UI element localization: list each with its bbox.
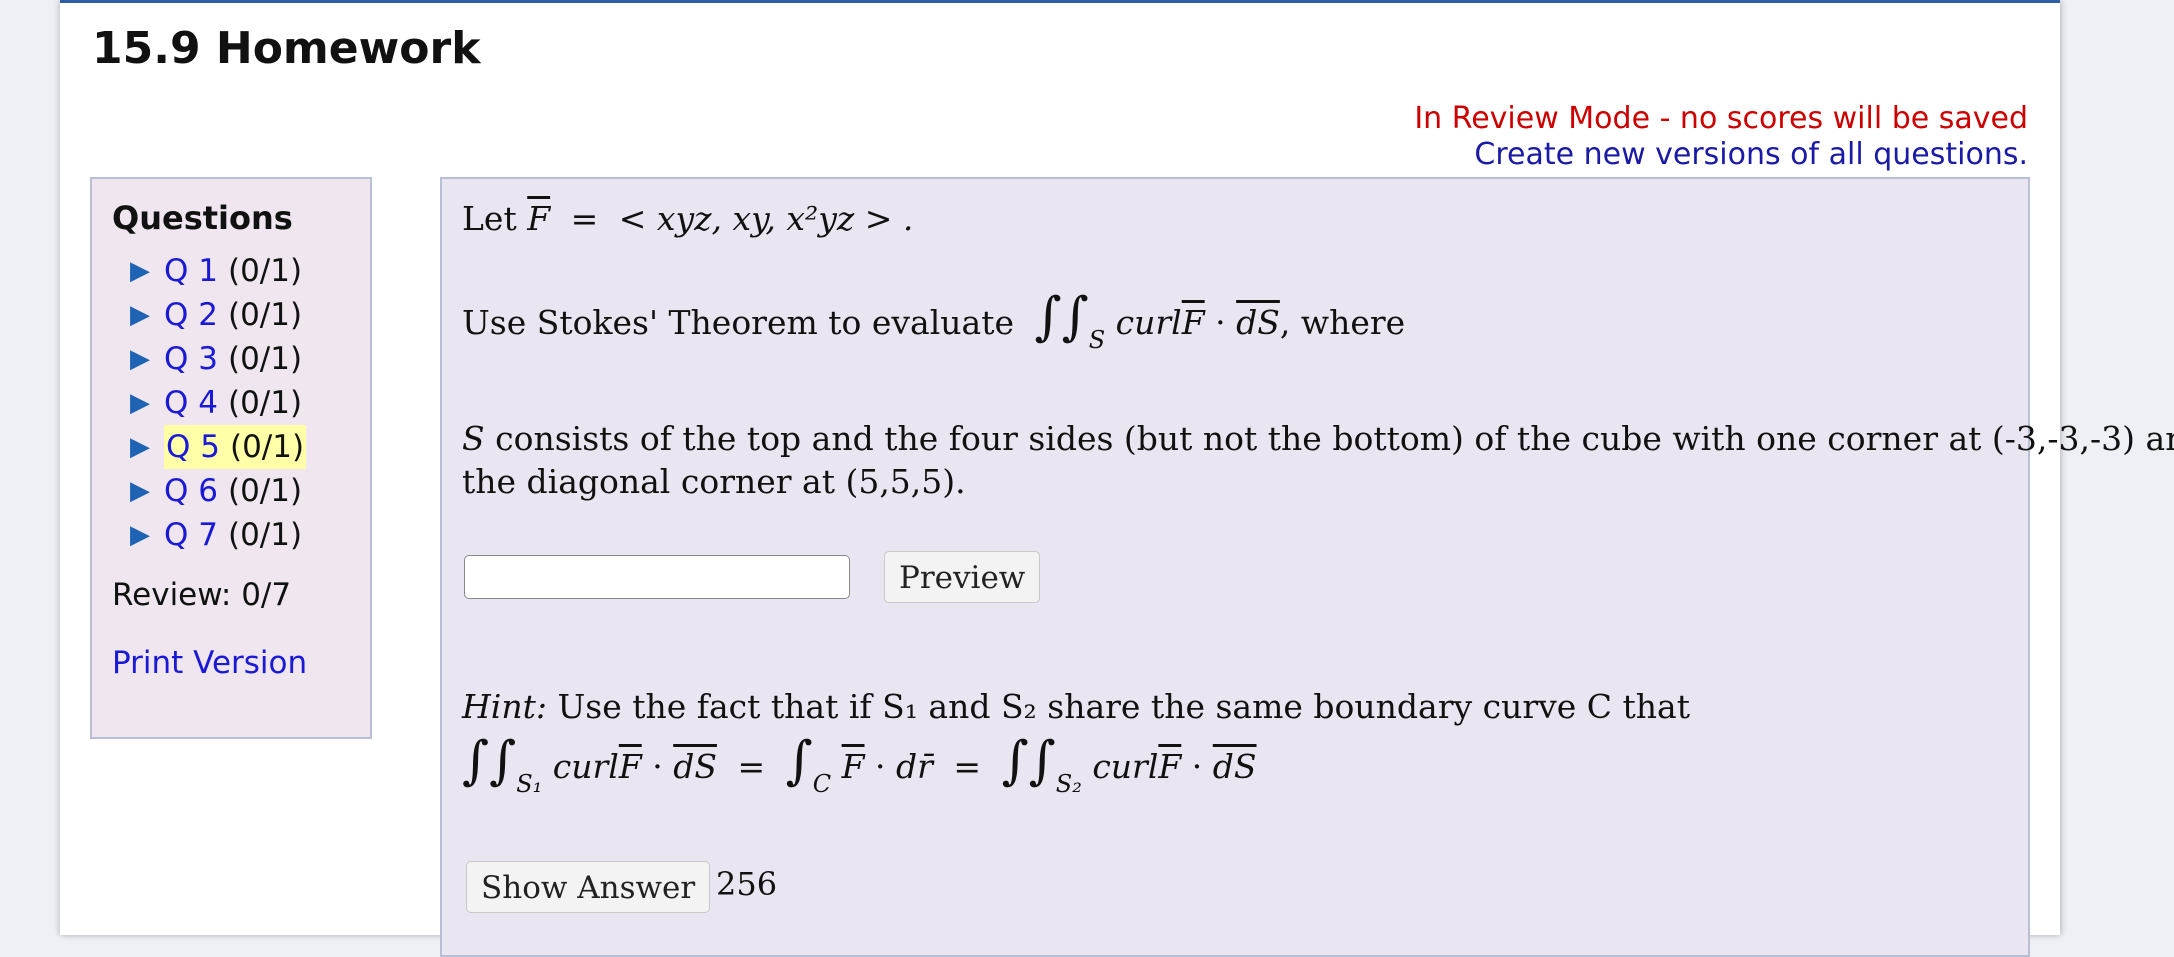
shown-answer: 256 xyxy=(716,865,778,903)
hint-text: Use the fact that if S₁ and S₂ share the… xyxy=(557,687,1690,726)
review-score: Review: 0/7 xyxy=(112,577,292,613)
curl-text: curl xyxy=(1092,747,1159,786)
question-item-3[interactable]: ▶ Q 3 (0/1) xyxy=(130,337,306,381)
curl-text: curl xyxy=(1115,303,1182,342)
question-item-4[interactable]: ▶ Q 4 (0/1) xyxy=(130,381,306,425)
sidebar-heading: Questions xyxy=(112,199,293,237)
dr-vector: dr̄ xyxy=(896,747,933,786)
where-text: , where xyxy=(1279,303,1406,342)
question-link[interactable]: Q 6 xyxy=(164,473,218,509)
review-mode-notice: In Review Mode - no scores will be saved xyxy=(1414,101,2028,136)
double-integral-symbol: ∫∫ xyxy=(1001,731,1056,791)
surface-description-2: the diagonal corner at (5,5,5). xyxy=(462,462,966,501)
question-link[interactable]: Q 4 xyxy=(164,385,218,421)
question-score: (0/1) xyxy=(229,429,305,465)
question-item-6[interactable]: ▶ Q 6 (0/1) xyxy=(130,469,306,513)
double-integral-symbol: ∫∫ xyxy=(1034,287,1089,347)
hint-line: Hint: Use the fact that if S₁ and S₂ sha… xyxy=(462,687,1690,726)
create-new-versions-link[interactable]: Create new versions of all questions. xyxy=(1474,137,2028,172)
dot-operator: · xyxy=(1191,747,1203,786)
question-panel: Let F = < xyz, xy, x²yz > . Use Stokes' … xyxy=(440,177,2174,957)
question-score: (0/1) xyxy=(227,385,303,421)
ds-vector: dS xyxy=(1212,747,1257,786)
surface-description: S consists of the top and the four sides… xyxy=(462,419,2174,458)
ds-vector: dS xyxy=(1236,303,1280,342)
vector-f: F xyxy=(841,747,865,786)
question-score: (0/1) xyxy=(227,473,303,509)
triangle-right-icon: ▶ xyxy=(130,432,150,462)
question-item-1[interactable]: ▶ Q 1 (0/1) xyxy=(130,249,306,293)
triangle-right-icon: ▶ xyxy=(130,300,150,330)
dot-operator: · xyxy=(652,747,663,786)
integral-subscript: S₂ xyxy=(1055,770,1082,798)
integral-subscript: S xyxy=(1088,326,1106,354)
vector-f: F xyxy=(1158,747,1182,786)
triangle-right-icon: ▶ xyxy=(130,256,150,286)
questions-sidebar: Questions ▶ Q 1 (0/1) ▶ Q 2 (0/1) ▶ Q 3 (0/1) … xyxy=(90,177,372,739)
question-score: (0/1) xyxy=(227,341,303,377)
integral-subscript: C xyxy=(812,770,832,798)
question-link[interactable]: Q 3 xyxy=(164,341,218,377)
field-definition: < xyz, xy, x²yz > . xyxy=(618,199,914,238)
line-integral-symbol: ∫ xyxy=(785,731,813,791)
double-integral-symbol: ∫∫ xyxy=(462,731,517,791)
surface-text: consists of the top and the four sides (… xyxy=(495,419,2174,458)
question-item-2[interactable]: ▶ Q 2 (0/1) xyxy=(130,293,306,337)
question-link[interactable]: Q 1 xyxy=(164,253,218,289)
curl-text: curl xyxy=(552,747,619,786)
question-item-7[interactable]: ▶ Q 7 (0/1) xyxy=(130,513,306,557)
question-score: (0/1) xyxy=(227,297,303,333)
hint-equation: ∫∫S₁ curlF · dS = ∫C F · dr̄ = ∫∫S₂ curl… xyxy=(462,735,1257,798)
question-list: ▶ Q 1 (0/1) ▶ Q 2 (0/1) ▶ Q 3 (0/1) ▶ Q 4 (0/1) … xyxy=(130,249,307,557)
field-definition-line: Let F = < xyz, xy, x²yz > . xyxy=(462,199,913,238)
dot-operator: · xyxy=(875,747,886,786)
equals-sign: = xyxy=(953,747,982,786)
dot-operator: · xyxy=(1215,303,1226,342)
page-title: 15.9 Homework xyxy=(92,23,481,74)
stokes-prompt: Use Stokes' Theorem to evaluate xyxy=(462,303,1015,342)
triangle-right-icon: ▶ xyxy=(130,476,150,506)
vector-f: F xyxy=(527,199,551,238)
stokes-line: Use Stokes' Theorem to evaluate ∫∫S curl… xyxy=(462,291,1406,354)
page-container: 15.9 Homework In Review Mode - no scores… xyxy=(60,0,2174,957)
hint-label: Hint: xyxy=(462,687,547,726)
ds-vector: dS xyxy=(673,747,717,786)
vector-f: F xyxy=(618,747,642,786)
question-link[interactable]: Q 2 xyxy=(164,297,218,333)
equals-sign: = xyxy=(570,199,599,238)
vector-f: F xyxy=(1181,303,1205,342)
show-answer-button[interactable]: Show Answer xyxy=(466,861,711,913)
let-text: Let xyxy=(462,199,517,238)
triangle-right-icon: ▶ xyxy=(130,344,150,374)
question-link[interactable]: Q 5 xyxy=(166,429,220,465)
answer-input[interactable] xyxy=(464,555,850,599)
equals-sign: = xyxy=(737,747,766,786)
triangle-right-icon: ▶ xyxy=(130,388,150,418)
question-link[interactable]: Q 7 xyxy=(164,517,218,553)
print-version-link[interactable]: Print Version xyxy=(112,645,307,681)
preview-button[interactable]: Preview xyxy=(884,551,1041,603)
question-score: (0/1) xyxy=(227,517,303,553)
question-item-5[interactable]: ▶ Q 5 (0/1) xyxy=(130,425,307,469)
surface-var: S xyxy=(462,419,485,458)
integral-subscript: S₁ xyxy=(516,770,543,798)
triangle-right-icon: ▶ xyxy=(130,520,150,550)
question-score: (0/1) xyxy=(227,253,303,289)
